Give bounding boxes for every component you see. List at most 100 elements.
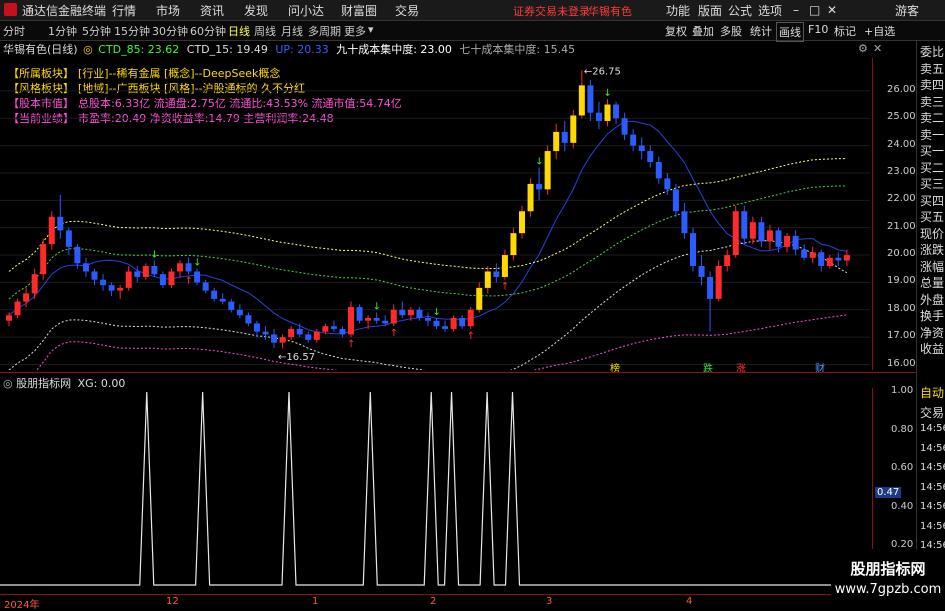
panel-close-icon[interactable]: ✕	[873, 42, 882, 55]
side-quote-label[interactable]: 现价	[920, 225, 945, 242]
up-value: UP: 20.33	[275, 43, 329, 56]
menu-layout[interactable]: 版面	[698, 2, 722, 19]
sell-arrow-icon: ↓	[193, 258, 201, 269]
price-tick-label: 19.00	[887, 275, 916, 287]
chevron-down-icon[interactable]: ▾	[368, 23, 374, 36]
candle-body	[211, 290, 218, 299]
trade-tab[interactable]: 交易	[920, 404, 945, 421]
side-quote-label[interactable]: 委比	[920, 43, 945, 60]
side-quote-label[interactable]: 买一	[920, 142, 945, 159]
period-1min[interactable]: 1分钟	[48, 23, 77, 39]
menu-market[interactable]: 市场	[156, 2, 180, 19]
menu-options[interactable]: 选项	[758, 2, 782, 19]
login-warning[interactable]: 证券交易未登录	[513, 3, 590, 19]
maximize-icon[interactable]: □	[809, 3, 820, 17]
guest-user[interactable]: 游客	[895, 2, 919, 19]
side-quote-label[interactable]: 卖四	[920, 76, 945, 93]
candle-body	[91, 271, 98, 280]
candle-body	[100, 279, 107, 286]
candle-body	[792, 235, 799, 250]
candle-body	[219, 298, 226, 302]
candle-body	[442, 326, 449, 329]
buy-arrow-icon: ↑	[347, 339, 355, 350]
candle-body	[690, 233, 696, 266]
candle-body	[459, 318, 466, 327]
indicator-tick-label: 1.00	[891, 385, 914, 396]
candle-body	[587, 85, 594, 113]
side-quote-label[interactable]: 卖二	[920, 109, 945, 126]
candle-body	[271, 334, 278, 343]
side-quote-label[interactable]: 卖一	[920, 126, 945, 143]
candle-body	[801, 249, 808, 258]
candlestick-chart[interactable]: ↓↓↓ ↓↓↓↑↑↑ ↑↑←26.75←16.57	[0, 58, 870, 370]
candle-body	[245, 315, 252, 324]
date-tick-label: 2	[430, 596, 437, 607]
candle-body	[151, 266, 158, 275]
tool-stats[interactable]: 统计	[748, 22, 774, 40]
tick-time: 14:56	[920, 520, 945, 532]
indicator-chart[interactable]	[0, 388, 870, 593]
side-quote-label[interactable]: 买二	[920, 159, 945, 176]
candle-body	[373, 318, 380, 321]
side-quote-label[interactable]: 卖五	[920, 60, 945, 77]
close-icon[interactable]: ✕	[827, 3, 837, 17]
tool-f10[interactable]: F10	[806, 22, 830, 37]
buy-arrow-icon: ↑	[390, 328, 398, 339]
tick-time: 14:56	[920, 462, 945, 473]
side-quote-label[interactable]: 总量	[920, 274, 945, 291]
side-quote-label[interactable]: 买五	[920, 208, 945, 225]
price-axis: 26.00 25.00 24.00 23.00 22.00 21.00 20.00 19.00…	[872, 58, 917, 370]
side-quote-label[interactable]: 收益	[920, 340, 945, 357]
period-daily[interactable]: 日线	[228, 23, 250, 39]
menu-discover[interactable]: 发现	[244, 2, 268, 19]
tool-multi-stock[interactable]: 多股	[718, 22, 744, 40]
date-tick-label: 4	[686, 596, 693, 607]
menu-wealth[interactable]: 财富圈	[341, 2, 377, 19]
period-multi[interactable]: 多周期	[308, 23, 341, 39]
period-intraday[interactable]: 分时	[3, 23, 25, 39]
period-weekly[interactable]: 周线	[254, 23, 276, 39]
side-quote-label[interactable]: 外盘	[920, 291, 945, 308]
period-monthly[interactable]: 月线	[281, 23, 303, 39]
tool-add-watch[interactable]: +自选	[862, 22, 897, 40]
panel-divider	[0, 372, 916, 373]
price-tick-label: 25.00	[887, 111, 916, 123]
menu-trade[interactable]: 交易	[395, 2, 419, 19]
tool-draw[interactable]: 画线	[776, 22, 804, 42]
price-tick-label: 24.00	[887, 138, 916, 150]
period-5min[interactable]: 5分钟	[82, 23, 111, 39]
candle-body	[236, 309, 243, 316]
minimize-icon[interactable]: –	[793, 3, 799, 17]
menu-ask[interactable]: 问小达	[288, 2, 324, 19]
candle-body	[561, 131, 568, 143]
cost70-value: 七十成本集中度: 15.45	[459, 43, 576, 56]
period-60min[interactable]: 60分钟	[190, 23, 226, 39]
candle-body	[749, 222, 756, 239]
side-quote-label[interactable]: 净资	[920, 324, 945, 341]
period-more[interactable]: 更多	[344, 23, 366, 39]
candle-body	[202, 282, 209, 291]
side-quote-label[interactable]: 涨跌	[920, 241, 945, 258]
sell-arrow-icon: ↓	[373, 302, 381, 313]
side-quote-label[interactable]: 卖三	[920, 93, 945, 110]
period-15min[interactable]: 15分钟	[114, 23, 150, 39]
menu-function[interactable]: 功能	[666, 2, 690, 19]
tool-overlay[interactable]: 叠加	[690, 22, 716, 40]
side-quote-label[interactable]: 买三	[920, 175, 945, 192]
auto-tab[interactable]: 自动	[920, 384, 945, 401]
menu-formula[interactable]: 公式	[728, 2, 752, 19]
menu-news[interactable]: 资讯	[200, 2, 224, 19]
info-toggle-icon[interactable]: ◎	[83, 43, 93, 56]
tool-adjust[interactable]: 复权	[663, 22, 689, 40]
side-quote-label[interactable]: 涨幅	[920, 258, 945, 275]
candle-body	[399, 309, 406, 316]
tool-mark[interactable]: 标记	[832, 22, 858, 40]
candle-body	[613, 104, 620, 119]
candle-body	[262, 331, 269, 335]
period-30min[interactable]: 30分钟	[152, 23, 188, 39]
side-quote-label[interactable]: 买四	[920, 192, 945, 209]
side-quote-label[interactable]: 换手	[920, 307, 945, 324]
candle-body	[672, 189, 679, 212]
settings-icon[interactable]: ⚙	[858, 42, 868, 55]
menu-quotes[interactable]: 行情	[112, 2, 136, 19]
